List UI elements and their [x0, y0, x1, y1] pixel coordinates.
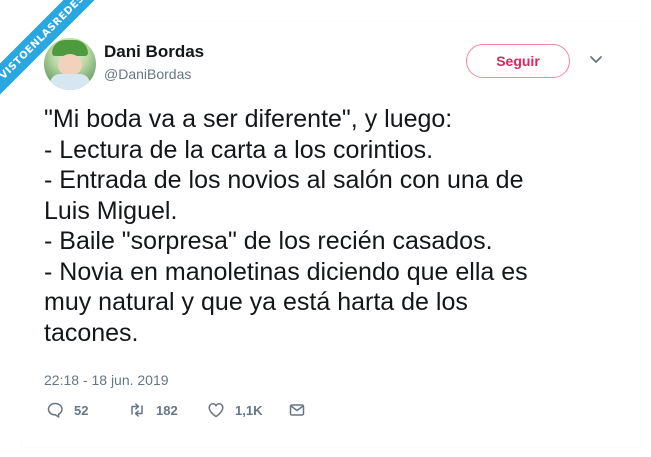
tweet-line: - Baile "sorpresa" de los recién casados… — [44, 227, 493, 255]
user-handle[interactable]: @DaniBordas — [104, 66, 191, 82]
reply-count: 52 — [74, 402, 89, 418]
tweet-line: "Mi boda va a ser diferente", y luego: — [44, 105, 453, 133]
follow-button[interactable]: Seguir — [466, 44, 570, 78]
envelope-icon — [289, 404, 305, 416]
reply-button[interactable]: 52 — [46, 401, 88, 419]
like-count: 1,1K — [235, 402, 263, 418]
chevron-down-icon[interactable] — [589, 55, 603, 65]
dm-button[interactable] — [288, 401, 306, 419]
tweet-line: muy natural y que ya está harta de los — [44, 288, 468, 316]
heart-icon — [208, 403, 224, 418]
retweet-icon — [131, 403, 143, 417]
tweet-line: - Novia en manoletinas diciendo que ella… — [44, 257, 528, 286]
retweet-button[interactable]: 182 — [128, 401, 178, 419]
comment-icon — [47, 402, 63, 418]
avatar-shirt — [50, 74, 90, 90]
avatar[interactable] — [44, 38, 96, 90]
tweet-line: - Entrada de los novios al salón con una… — [44, 166, 524, 194]
tweet-line: - Lectura de la carta a los corintios. — [44, 135, 434, 164]
user-name[interactable]: Dani Bordas — [104, 42, 204, 62]
tweet-timestamp[interactable]: 22:18 - 18 jun. 2019 — [44, 372, 169, 388]
avatar-face — [58, 54, 82, 76]
retweet-count: 182 — [156, 402, 178, 418]
tweet-line: tacones. — [44, 318, 139, 347]
tweet-line: Luis Miguel. — [44, 196, 178, 225]
like-button[interactable]: 1,1K — [207, 401, 262, 419]
tweet-text: "Mi boda va a ser diferente", y luego: -… — [44, 104, 614, 348]
